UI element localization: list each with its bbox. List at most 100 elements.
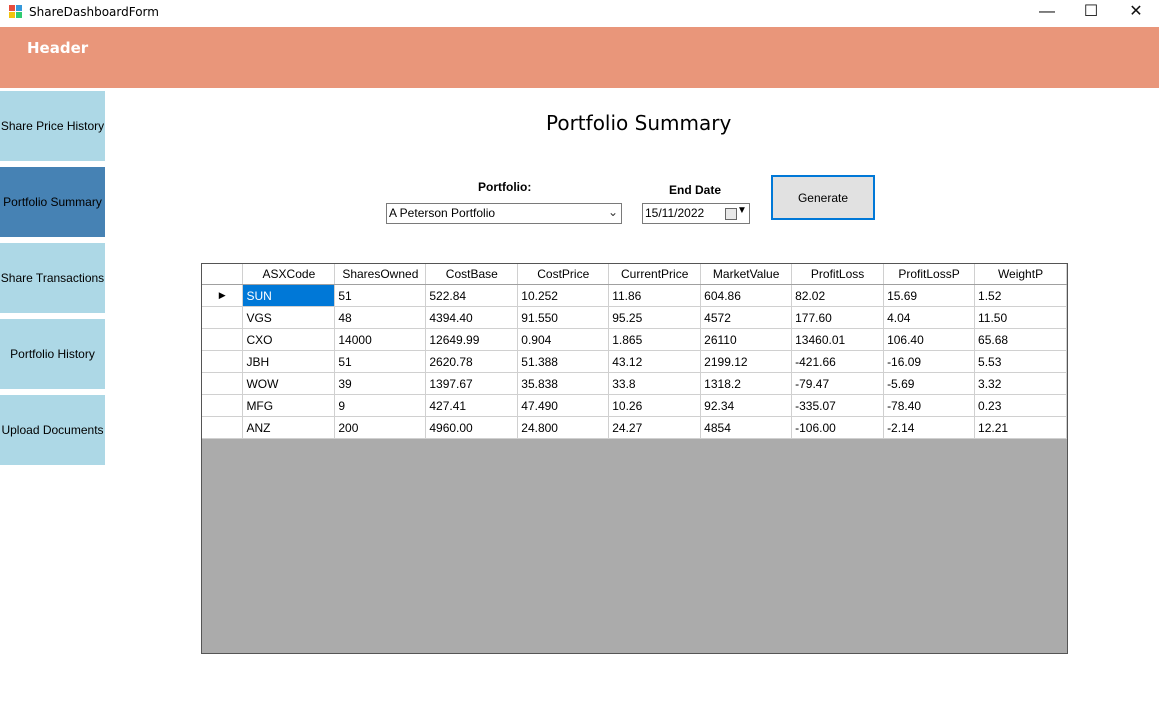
generate-button[interactable]: Generate: [771, 175, 875, 220]
table-cell[interactable]: 24.27: [608, 416, 702, 439]
column-header[interactable]: CurrentPrice: [608, 264, 702, 285]
table-cell[interactable]: 14000: [334, 328, 427, 351]
table-cell[interactable]: 11.50: [974, 306, 1067, 329]
table-cell[interactable]: -79.47: [791, 372, 885, 395]
table-cell[interactable]: 4854: [700, 416, 793, 439]
table-cell[interactable]: 1.52: [974, 284, 1067, 307]
table-cell[interactable]: 39: [334, 372, 427, 395]
nav-share-transactions[interactable]: Share Transactions: [0, 243, 105, 313]
table-cell[interactable]: 1.865: [608, 328, 702, 351]
column-header[interactable]: CostBase: [425, 264, 519, 285]
table-cell[interactable]: JBH: [242, 350, 336, 373]
table-cell[interactable]: CXO: [242, 328, 336, 351]
table-cell[interactable]: 2199.12: [700, 350, 793, 373]
row-header[interactable]: [202, 416, 244, 439]
table-cell[interactable]: 15.69: [883, 284, 976, 307]
table-cell[interactable]: 12.21: [974, 416, 1067, 439]
nav-portfolio-summary[interactable]: Portfolio Summary: [0, 167, 105, 237]
chevron-down-icon[interactable]: ⌄: [608, 205, 618, 219]
row-header[interactable]: [202, 372, 244, 395]
table-cell[interactable]: 4394.40: [425, 306, 519, 329]
current-row-marker-icon[interactable]: ▶: [202, 284, 244, 307]
table-cell[interactable]: VGS: [242, 306, 336, 329]
column-header[interactable]: WeightP: [974, 264, 1067, 285]
table-cell[interactable]: 35.838: [517, 372, 610, 395]
table-row[interactable]: JBH 51 2620.78 51.388 43.12 2199.12 -421…: [202, 350, 1067, 373]
column-header[interactable]: ASXCode: [242, 264, 336, 285]
table-cell[interactable]: 106.40: [883, 328, 976, 351]
table-cell[interactable]: SUN: [242, 284, 336, 307]
table-cell[interactable]: -421.66: [791, 350, 885, 373]
table-cell[interactable]: -2.14: [883, 416, 976, 439]
table-cell[interactable]: 4960.00: [425, 416, 519, 439]
table-cell[interactable]: 0.904: [517, 328, 610, 351]
table-row[interactable]: ANZ 200 4960.00 24.800 24.27 4854 -106.0…: [202, 416, 1067, 439]
table-cell[interactable]: 91.550: [517, 306, 610, 329]
row-header[interactable]: [202, 350, 244, 373]
table-cell[interactable]: 51: [334, 350, 427, 373]
column-header[interactable]: CostPrice: [517, 264, 610, 285]
table-cell[interactable]: 1397.67: [425, 372, 519, 395]
table-cell[interactable]: -335.07: [791, 394, 885, 417]
table-cell[interactable]: 11.86: [608, 284, 702, 307]
table-cell[interactable]: 4.04: [883, 306, 976, 329]
minimize-icon[interactable]: —: [1024, 0, 1070, 26]
table-row[interactable]: WOW 39 1397.67 35.838 33.8 1318.2 -79.47…: [202, 372, 1067, 395]
table-cell[interactable]: 33.8: [608, 372, 702, 395]
nav-share-price-history[interactable]: Share Price History: [0, 91, 105, 161]
row-header[interactable]: [202, 328, 244, 351]
table-cell[interactable]: 427.41: [425, 394, 519, 417]
row-header[interactable]: [202, 394, 244, 417]
table-cell[interactable]: 0.23: [974, 394, 1067, 417]
table-cell[interactable]: -106.00: [791, 416, 885, 439]
table-cell[interactable]: WOW: [242, 372, 336, 395]
portfolio-select[interactable]: A Peterson Portfolio ⌄: [386, 203, 622, 224]
table-cell[interactable]: 47.490: [517, 394, 610, 417]
grid-corner[interactable]: [202, 264, 244, 285]
table-cell[interactable]: ANZ: [242, 416, 336, 439]
table-cell[interactable]: 24.800: [517, 416, 610, 439]
column-header[interactable]: MarketValue: [700, 264, 793, 285]
table-row[interactable]: ▶ SUN 51 522.84 10.252 11.86 604.86 82.0…: [202, 284, 1067, 307]
table-cell[interactable]: 1318.2: [700, 372, 793, 395]
table-cell[interactable]: 48: [334, 306, 427, 329]
close-icon[interactable]: ✕: [1113, 0, 1159, 26]
table-cell[interactable]: 177.60: [791, 306, 885, 329]
end-date-picker[interactable]: 15/11/2022 ▼: [642, 203, 750, 224]
nav-upload-documents[interactable]: Upload Documents: [0, 395, 105, 465]
table-cell[interactable]: 26110: [700, 328, 793, 351]
table-cell[interactable]: 51: [334, 284, 427, 307]
table-row[interactable]: CXO 14000 12649.99 0.904 1.865 26110 134…: [202, 328, 1067, 351]
nav-portfolio-history[interactable]: Portfolio History: [0, 319, 105, 389]
table-row[interactable]: MFG 9 427.41 47.490 10.26 92.34 -335.07 …: [202, 394, 1067, 417]
table-cell[interactable]: 10.252: [517, 284, 610, 307]
table-cell[interactable]: 9: [334, 394, 427, 417]
table-cell[interactable]: 3.32: [974, 372, 1067, 395]
table-cell[interactable]: 92.34: [700, 394, 793, 417]
table-cell[interactable]: 51.388: [517, 350, 610, 373]
column-header[interactable]: ProfitLossP: [883, 264, 976, 285]
portfolio-grid[interactable]: ASXCode SharesOwned CostBase CostPrice C…: [201, 263, 1068, 654]
table-cell[interactable]: 5.53: [974, 350, 1067, 373]
maximize-icon[interactable]: ☐: [1068, 0, 1114, 26]
table-cell[interactable]: 43.12: [608, 350, 702, 373]
table-cell[interactable]: 13460.01: [791, 328, 885, 351]
table-row[interactable]: VGS 48 4394.40 91.550 95.25 4572 177.60 …: [202, 306, 1067, 329]
table-cell[interactable]: 65.68: [974, 328, 1067, 351]
table-cell[interactable]: 82.02: [791, 284, 885, 307]
table-cell[interactable]: 95.25: [608, 306, 702, 329]
table-cell[interactable]: -78.40: [883, 394, 976, 417]
column-header[interactable]: SharesOwned: [334, 264, 427, 285]
table-cell[interactable]: 10.26: [608, 394, 702, 417]
table-cell[interactable]: 2620.78: [425, 350, 519, 373]
table-cell[interactable]: MFG: [242, 394, 336, 417]
table-cell[interactable]: -5.69: [883, 372, 976, 395]
table-cell[interactable]: 522.84: [425, 284, 519, 307]
calendar-icon[interactable]: [725, 208, 737, 220]
table-cell[interactable]: 12649.99: [425, 328, 519, 351]
row-header[interactable]: [202, 306, 244, 329]
column-header[interactable]: ProfitLoss: [791, 264, 885, 285]
dropdown-arrow-icon[interactable]: ▼: [737, 205, 747, 216]
table-cell[interactable]: -16.09: [883, 350, 976, 373]
table-cell[interactable]: 4572: [700, 306, 793, 329]
